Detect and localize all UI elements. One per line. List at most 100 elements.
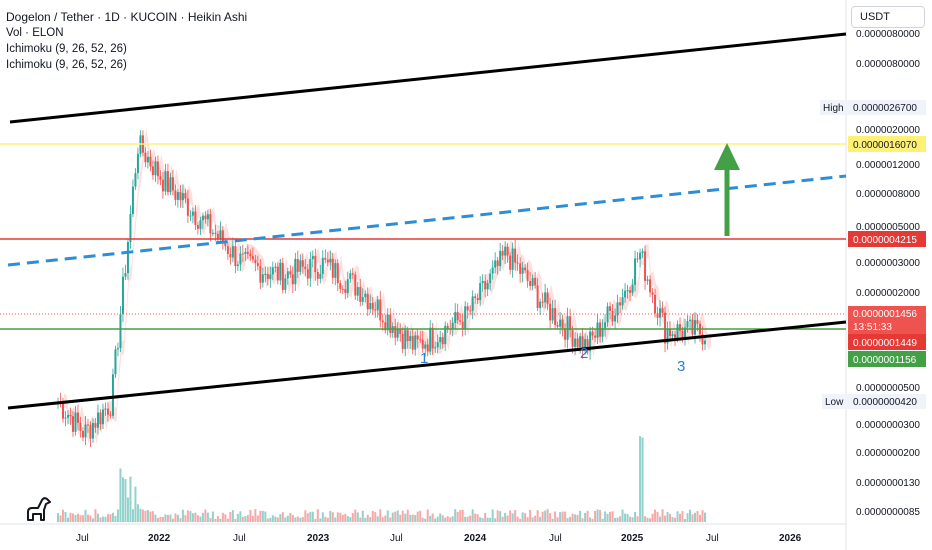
volume-bar xyxy=(484,512,487,522)
price-tick: 0.0000020000 xyxy=(856,125,920,136)
candle xyxy=(366,293,369,310)
volume-bar xyxy=(456,511,459,522)
volume-bar xyxy=(134,486,137,522)
volume-bar xyxy=(57,513,59,522)
volume-bar xyxy=(624,513,627,522)
ichimoku-cloud-area xyxy=(64,127,711,445)
volume-bar xyxy=(609,511,612,522)
volume-bar xyxy=(574,514,577,522)
volume-bar xyxy=(366,514,369,522)
volume-bar xyxy=(511,513,514,522)
candle xyxy=(671,334,674,337)
volume-bar xyxy=(536,510,539,522)
tradingview-logo-icon[interactable] xyxy=(24,494,54,524)
volume-bar xyxy=(104,516,107,522)
candle xyxy=(596,322,599,338)
candle xyxy=(434,347,437,349)
volume-bar xyxy=(431,513,434,522)
candle xyxy=(356,287,359,296)
volume-bar xyxy=(569,516,572,522)
volume-bar xyxy=(499,511,502,522)
candle xyxy=(409,336,412,342)
candle xyxy=(256,263,259,267)
high-tag-label: High xyxy=(823,103,844,114)
price-tick: 0.0000080000 xyxy=(856,29,920,40)
volume-bar xyxy=(461,509,464,522)
volume-bar xyxy=(641,437,644,522)
candle xyxy=(361,297,364,302)
volume-bar xyxy=(344,513,347,522)
candle xyxy=(226,246,229,254)
candle xyxy=(481,281,484,284)
volume-bar xyxy=(181,509,184,522)
volume-bar xyxy=(291,514,294,522)
wave-label-1: 1 xyxy=(420,350,428,367)
prev-close-tag-value: 0.0000001449 xyxy=(853,338,917,349)
volume-bar xyxy=(244,516,247,522)
volume-bar xyxy=(491,509,494,522)
volume-bar xyxy=(676,511,679,522)
volume-bar xyxy=(79,515,82,522)
volume-bar xyxy=(374,512,377,522)
volume-bar xyxy=(541,511,544,522)
candle xyxy=(174,190,177,200)
volume-bar xyxy=(274,516,277,522)
candle xyxy=(349,273,352,280)
volume-bar xyxy=(66,517,69,522)
candle xyxy=(176,192,179,200)
candle xyxy=(556,325,559,327)
volume-bar xyxy=(534,515,537,522)
candle xyxy=(339,283,342,289)
candle xyxy=(489,273,492,284)
candle xyxy=(571,330,574,347)
volume-bar xyxy=(296,516,299,522)
volume-bar xyxy=(144,510,147,522)
volume-bar xyxy=(626,513,629,522)
candle xyxy=(116,348,119,350)
time-tick: Jul xyxy=(549,533,562,544)
price-chart[interactable]: 1 2 3 0.0000080000 0.0000080000 0.000002… xyxy=(0,0,932,550)
candle xyxy=(334,263,337,278)
candle xyxy=(106,408,109,415)
candle xyxy=(631,284,634,293)
candle xyxy=(669,328,672,337)
candle xyxy=(94,423,97,428)
volume-bar xyxy=(556,517,559,522)
last-price-tag-value: 0.0000001456 xyxy=(853,309,917,320)
candle xyxy=(231,246,234,258)
low-tag-label: Low xyxy=(825,397,844,408)
candle xyxy=(216,233,219,239)
volume-bar xyxy=(664,515,667,522)
candle xyxy=(574,338,577,347)
volume-bar xyxy=(614,517,617,522)
volume-bar xyxy=(639,436,642,522)
volume-bar xyxy=(94,509,97,522)
candle xyxy=(546,292,549,304)
volume-bar xyxy=(194,512,197,522)
candle xyxy=(179,192,182,201)
volume-bar xyxy=(679,513,682,522)
candle xyxy=(496,260,499,266)
volume-bar xyxy=(276,517,279,522)
volume-bar xyxy=(576,514,579,522)
volume-bar xyxy=(199,516,202,522)
candle xyxy=(119,314,122,349)
volume-bar xyxy=(379,509,382,522)
candle xyxy=(514,248,517,263)
candle xyxy=(294,258,297,285)
candle xyxy=(456,312,459,321)
volume-bar xyxy=(89,515,92,522)
time-axis[interactable]: Jul 2022 Jul 2023 Jul 2024 Jul 2025 Jul … xyxy=(76,533,802,544)
candle xyxy=(304,266,307,270)
volume-bar xyxy=(371,510,374,522)
candle xyxy=(191,211,194,216)
volume-bar xyxy=(179,518,182,522)
volume-bar xyxy=(176,514,179,522)
candle xyxy=(644,251,647,281)
volume-bar xyxy=(106,514,109,522)
candle xyxy=(291,274,294,285)
volume-bar xyxy=(704,512,706,522)
candle xyxy=(611,310,614,322)
volume-bar xyxy=(481,518,484,522)
volume-bar xyxy=(111,512,114,522)
